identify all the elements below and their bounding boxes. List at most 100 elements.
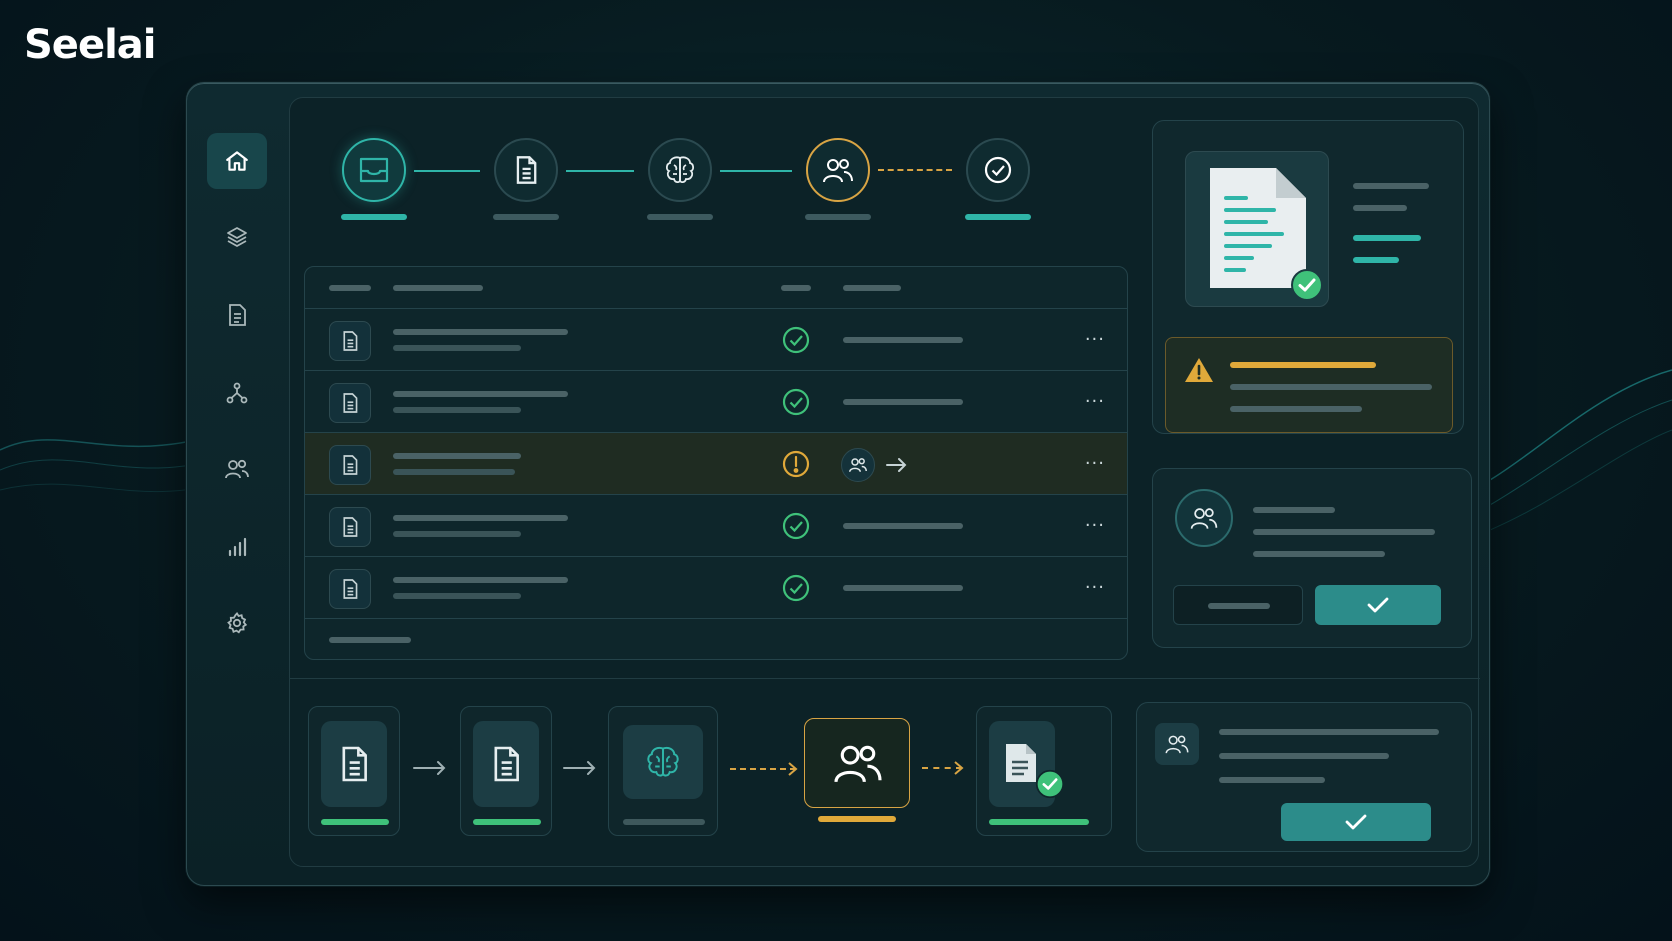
arrow-head-icon [788, 762, 798, 776]
warning-text [1230, 406, 1362, 412]
pipeline-step-ai-analysis[interactable] [648, 138, 712, 202]
document-tile [329, 321, 371, 361]
pipeline-step-document[interactable] [494, 138, 558, 202]
table-footer [329, 637, 411, 643]
table-row[interactable]: ··· [305, 495, 1127, 557]
sidebar-item-users[interactable] [207, 441, 267, 497]
sidebar-item-settings[interactable] [207, 595, 267, 651]
preview-meta-line [1353, 235, 1421, 241]
warning-alert[interactable] [1165, 337, 1453, 433]
row-title [393, 391, 568, 397]
more-icon[interactable]: ··· [1085, 515, 1105, 536]
flow-tile [623, 725, 703, 799]
users-icon [834, 745, 882, 783]
table-row[interactable]: ··· [305, 371, 1127, 433]
flow-connector-pending [730, 768, 796, 770]
approval-text [1219, 777, 1325, 783]
table-row[interactable]: ··· [305, 309, 1127, 371]
documents-table: ··· ··· ··· ··· ··· [304, 266, 1128, 660]
reviewer-name [1253, 507, 1335, 513]
row-detail [843, 337, 963, 343]
pipeline-connector [414, 170, 480, 172]
assignee-avatar[interactable] [841, 448, 875, 482]
table-row[interactable]: ··· [305, 557, 1127, 619]
flow-card-review[interactable] [804, 718, 910, 808]
app-window: ··· ··· ··· ··· ··· [186, 82, 1490, 886]
check-icon [1345, 814, 1367, 830]
document-icon [494, 746, 519, 782]
flow-tile [473, 721, 539, 807]
document-tile [329, 507, 371, 547]
sidebar-item-documents[interactable] [207, 287, 267, 343]
column-header [781, 285, 811, 291]
sidebar-item-analytics[interactable] [207, 519, 267, 575]
pipeline-step-ai-analysis-bar [647, 214, 713, 220]
row-subtitle [393, 469, 515, 475]
arrow-right-icon [413, 761, 446, 775]
pipeline-connector-pending [878, 169, 952, 171]
more-icon[interactable]: ··· [1085, 329, 1105, 350]
main-panel: ··· ··· ··· ··· ··· [289, 97, 1480, 867]
pipeline-step-intake[interactable] [342, 138, 406, 202]
document-icon [343, 455, 358, 475]
users-icon [823, 159, 853, 183]
users-icon [1190, 508, 1218, 529]
flow-card-document[interactable] [460, 706, 552, 836]
table-row-flagged[interactable]: ··· [305, 433, 1127, 495]
reviewer-avatar[interactable] [1175, 489, 1233, 547]
users-icon [849, 458, 867, 472]
row-title [393, 515, 568, 521]
alert-circle-icon [782, 450, 810, 478]
flow-card-upload[interactable] [308, 706, 400, 836]
flow-card-ai[interactable] [608, 706, 718, 836]
sidebar-item-home[interactable] [207, 133, 267, 189]
flow-card-complete[interactable] [976, 706, 1112, 836]
flow-card-status-bar [321, 819, 389, 825]
approval-panel [1136, 702, 1472, 852]
more-icon[interactable]: ··· [1085, 453, 1105, 474]
brain-icon [647, 746, 679, 777]
document-tile [329, 569, 371, 609]
sidebar [205, 133, 269, 693]
sidebar-item-layers[interactable] [207, 209, 267, 265]
flow-card-status-bar [818, 816, 896, 822]
row-detail [843, 523, 963, 529]
document-icon [516, 156, 537, 184]
more-icon[interactable]: ··· [1085, 577, 1105, 598]
confirm-button[interactable] [1281, 803, 1431, 841]
reject-button[interactable] [1173, 585, 1303, 625]
settings-icon [227, 612, 248, 634]
analytics-icon [228, 537, 247, 557]
row-title [393, 577, 568, 583]
row-detail [843, 399, 963, 405]
document-icon [229, 304, 246, 326]
workflow-icon [226, 382, 248, 404]
preview-meta-line [1353, 183, 1429, 189]
pipeline-connector [720, 170, 792, 172]
preview-thumbnail[interactable] [1185, 151, 1329, 307]
reviewer-panel [1152, 468, 1472, 648]
arrow-head-icon [954, 761, 964, 775]
check-circle-icon [782, 512, 810, 540]
row-subtitle [393, 407, 521, 413]
sidebar-item-workflow[interactable] [207, 365, 267, 421]
warning-triangle-icon [1185, 358, 1213, 382]
reviewer-detail [1253, 529, 1435, 535]
check-circle-icon [782, 326, 810, 354]
document-preview-panel [1152, 120, 1464, 434]
table-header [305, 267, 1127, 309]
pipeline-step-document-bar [493, 214, 559, 220]
preview-meta-line [1353, 257, 1399, 263]
approval-text [1219, 753, 1389, 759]
approval-text [1219, 729, 1439, 735]
brain-icon [665, 156, 695, 184]
pipeline-step-complete[interactable] [966, 138, 1030, 202]
document-icon [343, 579, 358, 599]
document-icon [342, 746, 367, 782]
arrow-right-icon [886, 458, 907, 472]
layers-icon [227, 227, 247, 247]
more-icon[interactable]: ··· [1085, 391, 1105, 412]
pipeline-step-human-review[interactable] [806, 138, 870, 202]
arrow-right-icon [563, 761, 596, 775]
approve-button[interactable] [1315, 585, 1441, 625]
